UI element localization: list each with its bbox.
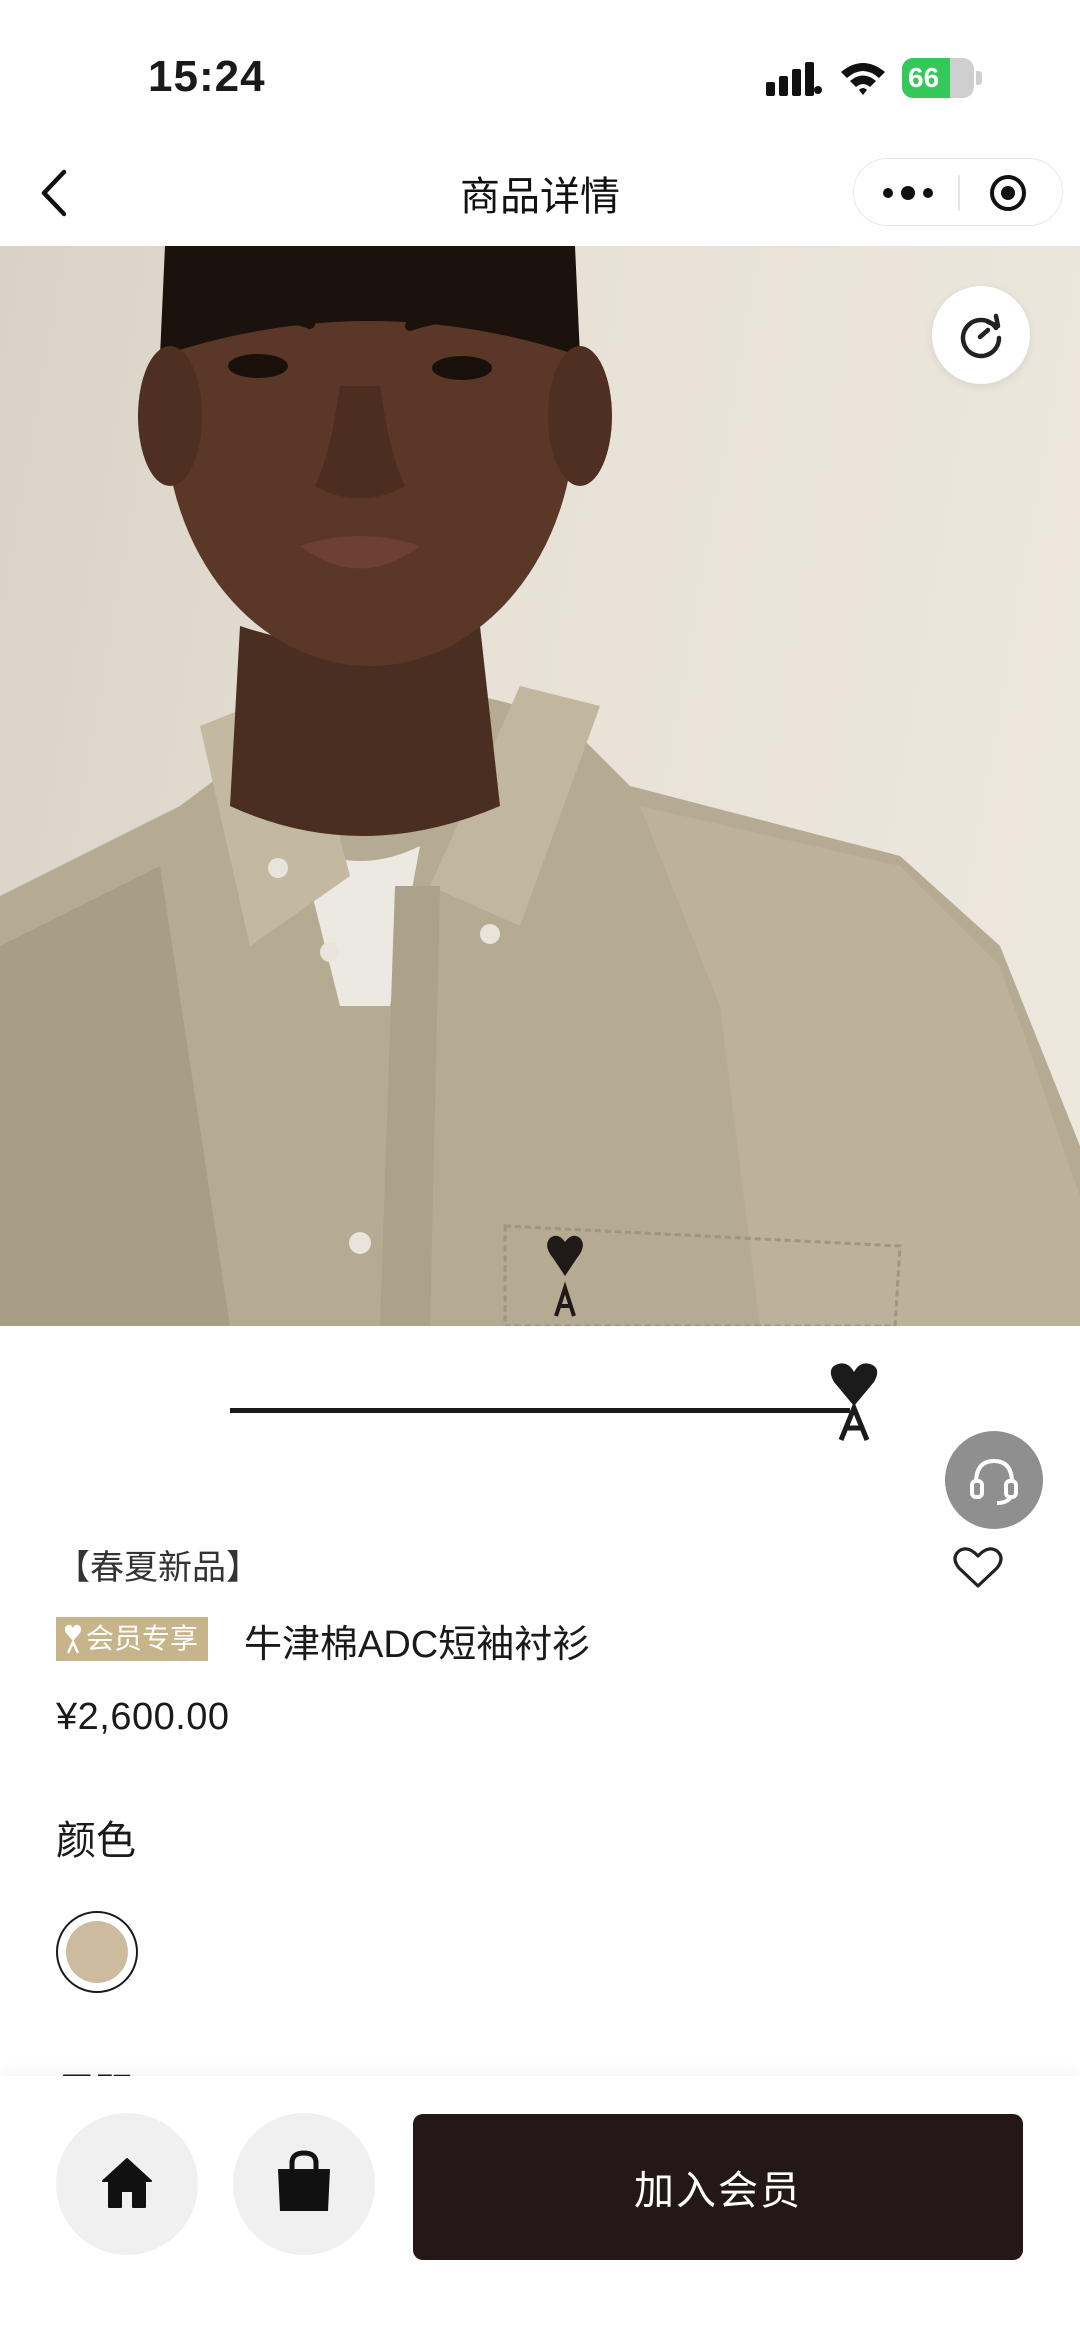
signal-icon — [766, 62, 822, 96]
ami-heart-logo-icon — [830, 1363, 878, 1441]
battery-level: 66 — [908, 62, 940, 93]
target-icon[interactable] — [988, 173, 1028, 213]
color-swatch-fill — [66, 1921, 128, 1983]
shopping-bag-button[interactable] — [233, 2113, 375, 2255]
home-icon — [102, 2158, 152, 2208]
color-label: 颜色 — [56, 1819, 136, 1863]
wifi-icon — [841, 63, 885, 95]
member-badge-label: 会员专享 — [86, 1623, 199, 1654]
more-icon[interactable] — [880, 179, 936, 207]
headset-icon — [970, 1458, 1018, 1505]
mini-program-capsule — [853, 158, 1063, 226]
customer-service-button[interactable] — [945, 1431, 1043, 1529]
page-title: 商品详情 — [460, 175, 620, 219]
product-image[interactable] — [0, 246, 1080, 1326]
navigation-bar: 商品详情 — [0, 140, 1080, 246]
bottom-action-bar: 加入会员 — [0, 2076, 1080, 2347]
shopping-bag-icon — [278, 2150, 330, 2211]
refresh-icon — [960, 313, 1002, 359]
product-name: 牛津棉ADC短袖衬衫 — [244, 1624, 591, 1666]
product-price: ¥2,600.00 — [56, 1696, 230, 1738]
carousel-progress-bar — [230, 1408, 850, 1413]
color-swatch-selected[interactable] — [56, 1911, 138, 1993]
battery-icon: 66 — [902, 58, 982, 98]
product-photo-illustration — [0, 246, 1080, 1326]
back-icon[interactable] — [36, 166, 72, 220]
ami-heart-badge-icon — [64, 1624, 82, 1654]
product-tag: 【春夏新品】 — [56, 1549, 260, 1587]
member-exclusive-badge: 会员专享 — [56, 1617, 209, 1661]
product-detail-page: 15:24 66 商品详情 【春夏新品】 会员专享 牛津棉ADC短袖衬衫 ¥2,… — [0, 0, 1080, 2347]
join-membership-button[interactable]: 加入会员 — [413, 2114, 1023, 2260]
favorite-heart-icon[interactable] — [953, 1546, 1003, 1590]
refresh-button[interactable] — [932, 286, 1030, 384]
home-button[interactable] — [56, 2113, 198, 2255]
status-bar: 15:24 66 — [0, 0, 1080, 140]
status-time: 15:24 — [148, 52, 266, 101]
